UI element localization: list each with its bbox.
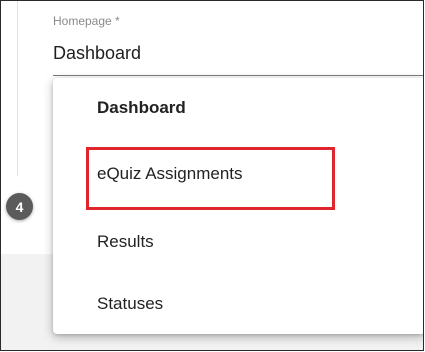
highlight-annotation-box: [86, 147, 335, 210]
left-rail-divider: [17, 1, 18, 176]
homepage-field-underline: [53, 75, 423, 76]
homepage-field-label: Homepage *: [53, 14, 120, 28]
menu-item-statuses[interactable]: Statuses: [97, 294, 163, 314]
step-number-badge: 4: [6, 193, 33, 220]
menu-item-dashboard[interactable]: Dashboard: [97, 98, 186, 118]
homepage-dropdown-menu: Dashboard eQuiz Assignments Results Stat…: [53, 78, 423, 334]
homepage-field-value[interactable]: Dashboard: [53, 43, 141, 64]
menu-item-results[interactable]: Results: [97, 232, 154, 252]
screenshot-frame: Homepage * Dashboard 4 Dashboard eQuiz A…: [0, 0, 424, 351]
